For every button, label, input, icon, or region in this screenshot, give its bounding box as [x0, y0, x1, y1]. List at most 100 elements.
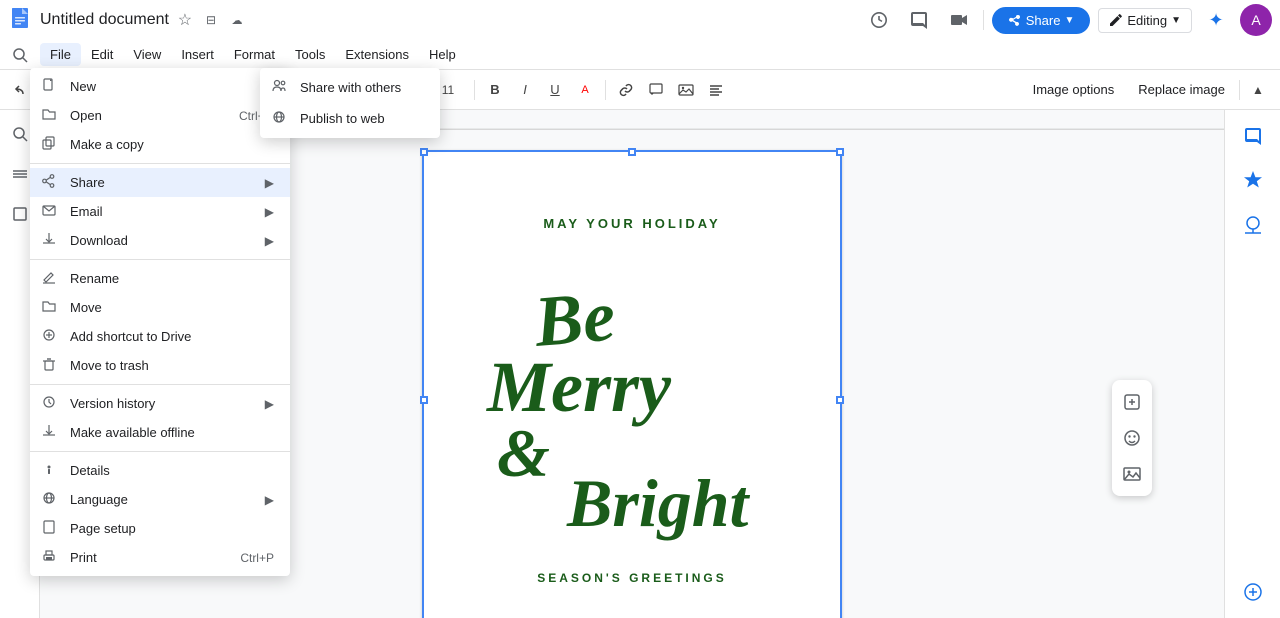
menu-make-copy[interactable]: Make a copy — [30, 130, 290, 159]
move-icon[interactable]: ⊟ — [201, 10, 221, 30]
editing-button[interactable]: Editing ▼ — [1098, 8, 1192, 33]
page-setup-icon — [42, 520, 56, 537]
share-button[interactable]: Share ▼ — [992, 7, 1091, 34]
right-panel — [1224, 110, 1280, 618]
handle-ml[interactable] — [420, 396, 428, 404]
menu-insert[interactable]: Insert — [171, 43, 224, 66]
page-setup-label: Page setup — [70, 521, 136, 536]
toolbar-divider-6 — [605, 80, 606, 100]
menu-file[interactable]: File — [40, 43, 81, 66]
menu-view[interactable]: View — [123, 43, 171, 66]
menu-move[interactable]: Move — [30, 293, 290, 322]
toolbar-divider-5 — [474, 80, 475, 100]
menu-new[interactable]: New ▶ — [30, 72, 290, 101]
title-bar: Untitled document ☆ ⊟ ☁ Share ▼ — [0, 0, 1280, 40]
add-shortcut-label: Add shortcut to Drive — [70, 329, 191, 344]
cloud-save-icon: ☁ — [227, 10, 247, 30]
align-button[interactable] — [702, 76, 730, 104]
menu-version-history[interactable]: Version history ▶ — [30, 389, 290, 418]
gemini-icon[interactable]: ✦ — [1200, 4, 1232, 36]
image-options-button[interactable]: Image options — [1023, 78, 1125, 101]
holiday-image[interactable]: Be Merry & Bright — [472, 251, 792, 551]
svg-text:&: & — [497, 415, 550, 491]
menu-share[interactable]: Share ▶ — [30, 168, 290, 197]
menu-email[interactable]: Email ▶ — [30, 197, 290, 226]
email-icon — [42, 203, 56, 220]
editing-chevron-icon: ▼ — [1171, 15, 1181, 26]
file-dropdown: New ▶ Open Ctrl+O Make a copy Share ▶ Em… — [30, 68, 290, 576]
menu-open[interactable]: Open Ctrl+O — [30, 101, 290, 130]
doc-title-text[interactable]: Untitled document — [40, 11, 169, 29]
new-label: New — [70, 79, 96, 94]
share-arrow: ▶ — [265, 176, 274, 190]
link-button[interactable] — [612, 76, 640, 104]
offline-icon — [42, 424, 56, 441]
float-btn-2[interactable] — [1112, 420, 1152, 456]
image-button[interactable] — [672, 76, 700, 104]
svg-text:Bright: Bright — [566, 465, 751, 541]
download-arrow: ▶ — [265, 234, 274, 248]
open-label: Open — [70, 108, 102, 123]
search-icon[interactable] — [4, 39, 36, 71]
menu-print[interactable]: Print Ctrl+P — [30, 543, 290, 572]
email-arrow: ▶ — [265, 205, 274, 219]
open-icon — [42, 107, 56, 124]
rename-label: Rename — [70, 271, 119, 286]
italic-button[interactable]: I — [511, 76, 539, 104]
menu-make-offline[interactable]: Make available offline — [30, 418, 290, 447]
menu-move-trash[interactable]: Move to trash — [30, 351, 290, 380]
handle-mr[interactable] — [836, 396, 844, 404]
download-icon — [42, 232, 56, 249]
menu-page-setup[interactable]: Page setup — [30, 514, 290, 543]
version-icon — [42, 395, 56, 412]
panel-star-icon[interactable] — [1235, 162, 1271, 198]
menu-format[interactable]: Format — [224, 43, 285, 66]
menu-tools[interactable]: Tools — [285, 43, 335, 66]
details-label: Details — [70, 463, 110, 478]
panel-map-icon[interactable] — [1235, 206, 1271, 242]
comments-icon[interactable] — [903, 4, 935, 36]
new-icon — [42, 78, 56, 95]
user-avatar[interactable]: A — [1240, 4, 1272, 36]
color-button[interactable]: A — [571, 76, 599, 104]
menu-details[interactable]: Details — [30, 456, 290, 485]
underline-button[interactable]: U — [541, 76, 569, 104]
menu-download[interactable]: Download ▶ — [30, 226, 290, 255]
share-button-label: Share — [1026, 13, 1061, 28]
panel-comments-icon[interactable] — [1235, 118, 1271, 154]
history-icon[interactable] — [863, 4, 895, 36]
move-trash-label: Move to trash — [70, 358, 149, 373]
copy-icon — [42, 136, 56, 153]
rename-icon — [42, 270, 56, 287]
handle-tl[interactable] — [420, 148, 428, 156]
float-btn-1[interactable] — [1112, 384, 1152, 420]
version-history-label: Version history — [70, 396, 155, 411]
handle-tr[interactable] — [836, 148, 844, 156]
star-icon[interactable]: ☆ — [175, 10, 195, 30]
divider-3 — [30, 384, 290, 385]
move-label: Move — [70, 300, 102, 315]
doc-icon — [8, 6, 36, 34]
menu-add-shortcut[interactable]: Add shortcut to Drive — [30, 322, 290, 351]
divider-4 — [30, 451, 290, 452]
menu-help[interactable]: Help — [419, 43, 466, 66]
menu-extensions[interactable]: Extensions — [335, 43, 419, 66]
share-others-icon — [272, 79, 286, 96]
share-with-others[interactable]: Share with others — [260, 72, 440, 103]
bold-button[interactable]: B — [481, 76, 509, 104]
print-shortcut: Ctrl+P — [240, 551, 274, 565]
email-label: Email — [70, 204, 103, 219]
menu-rename[interactable]: Rename — [30, 264, 290, 293]
replace-image-button[interactable]: Replace image — [1128, 78, 1235, 101]
share-menu-icon — [42, 174, 56, 191]
collapse-toolbar-button[interactable]: ▲ — [1244, 76, 1272, 104]
menu-edit[interactable]: Edit — [81, 43, 123, 66]
publish-to-web[interactable]: Publish to web — [260, 103, 440, 134]
handle-tm[interactable] — [628, 148, 636, 156]
panel-add-btn[interactable] — [1235, 574, 1271, 610]
comment-button[interactable] — [642, 76, 670, 104]
image-toolbar: Image options Replace image ▲ — [1023, 76, 1272, 104]
menu-language[interactable]: Language ▶ — [30, 485, 290, 514]
float-btn-3[interactable] — [1112, 456, 1152, 492]
meet-icon[interactable] — [943, 4, 975, 36]
